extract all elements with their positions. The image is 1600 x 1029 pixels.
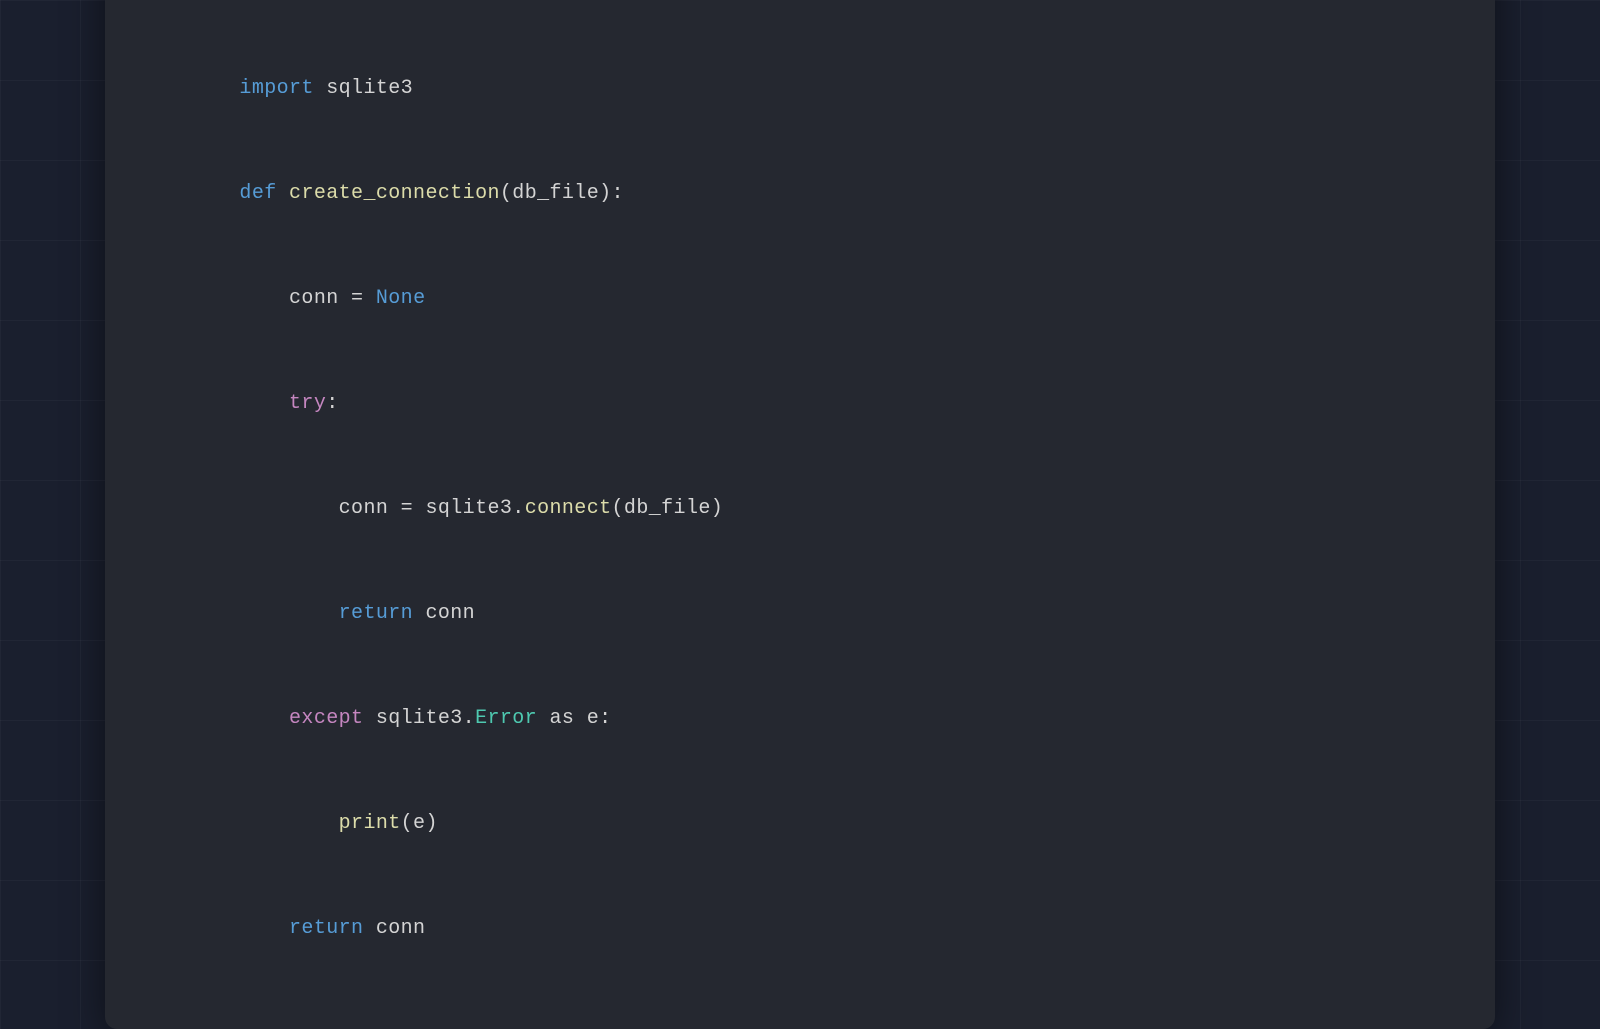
- except-line: except sqlite3.Error as e:: [165, 666, 1435, 771]
- print-arg: (e): [401, 812, 438, 835]
- def-keyword: def: [239, 182, 276, 205]
- connect-line: conn = sqlite3.connect(db_file): [165, 456, 1435, 561]
- try-line: try:: [165, 351, 1435, 456]
- sqlite3-module-2: sqlite3: [363, 707, 462, 730]
- as-keyword: as: [537, 707, 587, 730]
- eq-op-2: =: [388, 497, 425, 520]
- connect-arg: (db_file): [612, 497, 724, 520]
- indent-9: [239, 917, 289, 940]
- print-func: print: [339, 812, 401, 835]
- none-value: None: [376, 287, 426, 310]
- sqlite3-module: sqlite3: [425, 497, 512, 520]
- import-module: sqlite3: [314, 77, 413, 100]
- indent-8: [239, 812, 338, 835]
- indent-6: [239, 602, 338, 625]
- eq-op: =: [339, 287, 376, 310]
- import-keyword: import: [239, 77, 313, 100]
- final-return-line: return conn: [165, 876, 1435, 981]
- code-block: # Create a database connection import sq…: [165, 0, 1435, 981]
- try-colon: :: [326, 392, 338, 415]
- except-keyword: except: [289, 707, 363, 730]
- dot-2: .: [463, 707, 475, 730]
- return-keyword-2: return: [289, 917, 363, 940]
- return-conn-line: return conn: [165, 561, 1435, 666]
- dot-1: .: [512, 497, 524, 520]
- indent-5: [239, 497, 338, 520]
- conn-none-line: conn = None: [165, 246, 1435, 351]
- except-colon: :: [599, 707, 611, 730]
- error-class: Error: [475, 707, 537, 730]
- except-var: e: [587, 707, 599, 730]
- def-line: def create_connection(db_file):: [165, 141, 1435, 246]
- conn-var: conn: [289, 287, 339, 310]
- code-panel: # Create a database connection import sq…: [105, 0, 1495, 1029]
- conn-var-2: conn: [339, 497, 389, 520]
- func-params: (db_file): [500, 182, 612, 205]
- print-line: print(e): [165, 771, 1435, 876]
- connect-method: connect: [525, 497, 612, 520]
- return-keyword-1: return: [339, 602, 413, 625]
- func-name: create_connection: [277, 182, 500, 205]
- return-conn-2: conn: [363, 917, 425, 940]
- indent-7: [239, 707, 289, 730]
- return-conn-1: conn: [413, 602, 475, 625]
- def-colon: :: [612, 182, 624, 205]
- import-line: import sqlite3: [165, 36, 1435, 141]
- try-keyword: try: [289, 392, 326, 415]
- empty-line-1: [165, 1, 1435, 36]
- indent-3: [239, 287, 289, 310]
- indent-4: [239, 392, 289, 415]
